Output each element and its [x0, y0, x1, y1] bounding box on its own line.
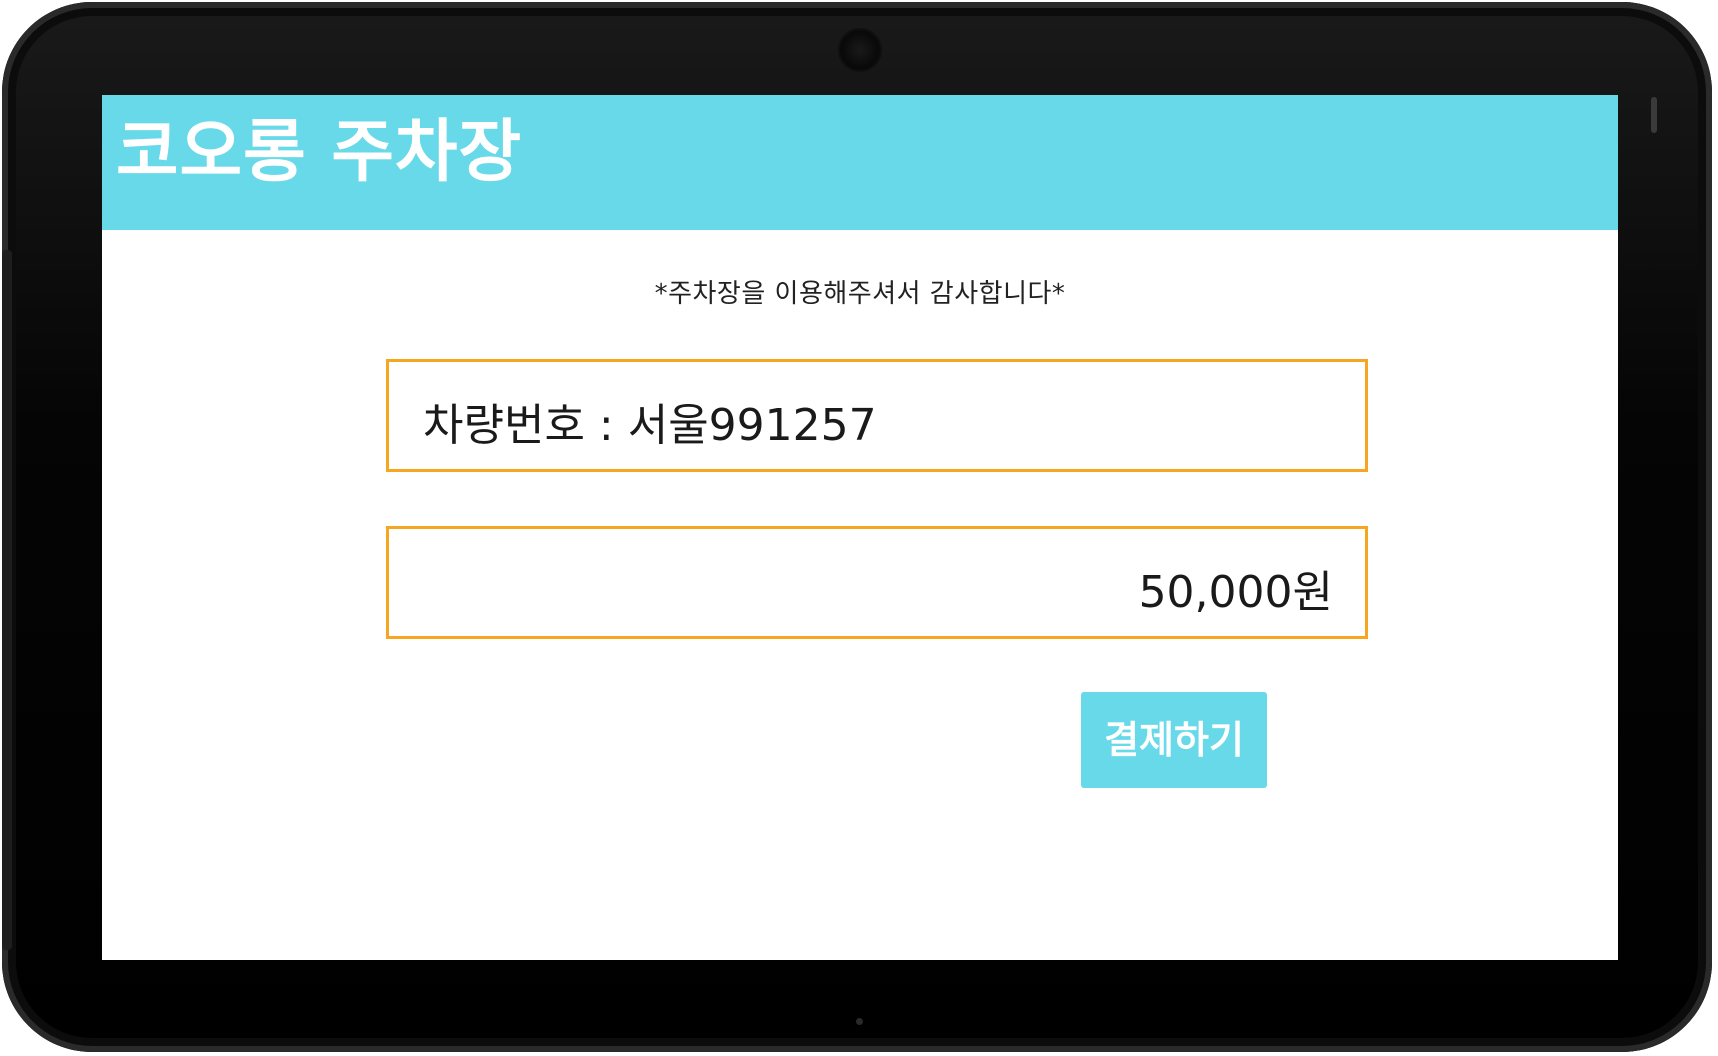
front-camera-icon [840, 30, 880, 70]
thanks-message: *주차장을 이용해주셔서 감사합니다* [654, 279, 1066, 309]
tablet-edge [2, 250, 12, 950]
vehicle-plate-field: 차량번호 : 서울991257 [386, 359, 1368, 472]
parking-fee-field: 50,000원 [386, 526, 1368, 639]
parking-fee-amount: 50,000원 [1138, 567, 1333, 618]
app-screen: 코오롱 주차장 *주차장을 이용해주셔서 감사합니다* 차량번호 : 서울991… [102, 95, 1618, 960]
app-header: 코오롱 주차장 [102, 95, 1618, 230]
vehicle-plate-text: 차량번호 : 서울991257 [423, 400, 877, 451]
tablet-home-indicator [856, 1018, 863, 1025]
pay-button[interactable]: 결제하기 [1081, 692, 1267, 788]
tablet-side-button [1651, 97, 1657, 133]
app-title: 코오롱 주차장 [116, 113, 523, 192]
